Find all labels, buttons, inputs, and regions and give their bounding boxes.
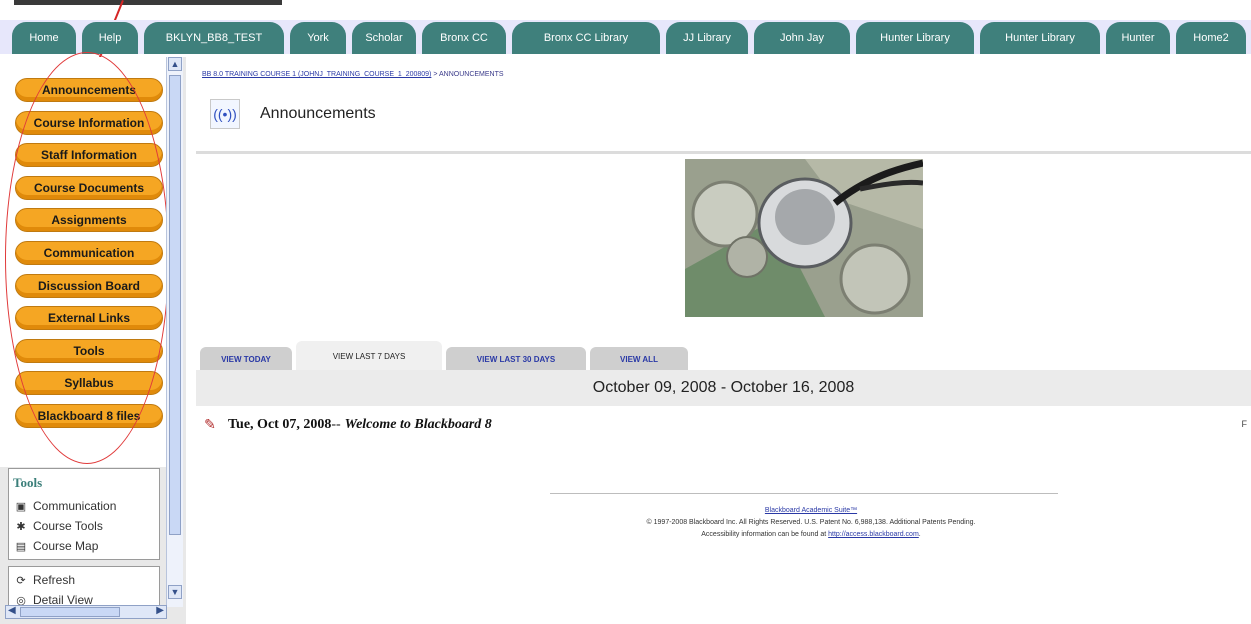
scroll-right-icon[interactable]: ▶ [156,605,164,616]
stethoscope-money-image [685,159,923,317]
right-edge-mark: F [1241,419,1248,429]
refresh-link[interactable]: ⟳ Refresh [15,573,75,587]
tab-help[interactable]: Help [82,22,138,54]
communication-icon: ▣ [15,500,27,513]
course-menu-blackboard-8-files[interactable]: Blackboard 8 files [15,404,163,428]
header-divider [196,151,1251,154]
copyright-text: © 1997-2008 Blackboard Inc. All Rights R… [646,519,976,526]
view-options-panel: ⟳ Refresh ◎ Detail View [8,566,160,606]
announcement-subject: Welcome to Blackboard 8 [344,417,492,432]
tab-jj-library[interactable]: JJ Library [666,22,748,54]
scroll-up-icon[interactable]: ▲ [168,57,182,71]
accessibility-text: Accessibility information can be found a… [701,531,829,538]
tab-hunter[interactable]: Hunter [1106,22,1170,54]
tab-home2[interactable]: Home2 [1176,22,1246,54]
accessibility-link[interactable]: http://access.blackboard.com [828,531,919,538]
course-menu-assignments[interactable]: Assignments [15,208,163,233]
top-strip [0,0,1251,20]
breadcrumb-separator: > [431,71,439,78]
date-range: October 09, 2008 - October 16, 2008 [196,370,1251,406]
course-menu-staff-information[interactable]: Staff Information [15,143,163,168]
announcement-separator: -- [331,417,341,432]
course-menu-communication[interactable]: Communication [15,241,163,265]
tab-view-all[interactable]: VIEW ALL [590,347,688,371]
main-content: BB 8.0 TRAINING COURSE 1 (JOHNJ_TRAINING… [196,57,1251,624]
tab-bronx-cc-library[interactable]: Bronx CC Library [512,22,660,54]
tool-item-label: Course Map [33,539,99,553]
refresh-icon: ⟳ [16,574,26,587]
header-line [14,0,282,5]
tab-view-last-30-days[interactable]: VIEW LAST 30 DAYS [446,347,586,371]
tab-scholar[interactable]: Scholar [352,22,416,54]
tab-hunter-library[interactable]: Hunter Library [856,22,974,54]
tab-view-today[interactable]: VIEW TODAY [200,347,292,371]
course-menu-discussion-board[interactable]: Discussion Board [15,273,163,298]
refresh-label: Refresh [33,573,76,587]
tool-item-label: Communication [33,499,117,513]
tab-bklyn-bb8-test[interactable]: BKLYN_BB8_TEST [144,22,284,54]
breadcrumb-current: ANNOUNCEMENTS [438,71,504,78]
tools-panel: Tools ▣ Communication ✱ Course Tools ▤ C… [8,468,160,560]
tool-item-course-tools[interactable]: ✱ Course Tools [15,519,103,533]
course-menu-external-links[interactable]: External Links [15,306,163,331]
left-panel-scrollbar[interactable]: ▲ ▼ [166,57,183,607]
tool-item-communication[interactable]: ▣ Communication [15,499,117,513]
announcement-date: Tue, Oct 07, 2008 [228,417,332,432]
scroll-down-icon[interactable]: ▼ [168,585,182,599]
tool-item-course-map[interactable]: ▤ Course Map [15,539,99,553]
tab-bronx-cc[interactable]: Bronx CC [422,22,506,54]
announcements-icon: ((•)) [210,99,240,129]
tools-panel-title: Tools [13,475,43,490]
tab-hunter-library[interactable]: Hunter Library [980,22,1100,54]
suite-link[interactable]: Blackboard Academic Suite™ [765,507,857,514]
view-tabs: VIEW TODAY VIEW LAST 7 DAYS VIEW LAST 30… [196,341,1251,371]
course-map-icon: ▤ [15,540,27,553]
announcement-item: ✎ Tue, Oct 07, 2008 -- Welcome to Blackb… [202,417,492,433]
course-menu-announcements[interactable]: Announcements [15,78,163,102]
tab-york[interactable]: York [290,22,346,54]
scroll-thumb[interactable] [169,75,181,535]
tab-john-jay[interactable]: John Jay [754,22,850,54]
footer-divider [550,493,1058,494]
course-tools-icon: ✱ [16,520,26,533]
course-menu-course-documents[interactable]: Course Documents [15,175,163,200]
page-title: Announcements [260,105,376,122]
course-menu-course-information[interactable]: Course Information [15,110,163,135]
breadcrumb: BB 8.0 TRAINING COURSE 1 (JOHNJ_TRAINING… [202,71,504,78]
accessibility-suffix: . [918,531,921,538]
footer: Blackboard Academic Suite™ © 1997-2008 B… [486,505,1136,541]
tool-item-label: Course Tools [33,519,103,533]
horizontal-scrollbar[interactable]: ◀ ▶ [5,605,167,619]
breadcrumb-course-link[interactable]: BB 8.0 TRAINING COURSE 1 (JOHNJ_TRAINING… [202,71,431,78]
page-header: ((•)) Announcements [210,99,376,129]
course-menu-tools[interactable]: Tools [15,338,163,363]
scroll-left-icon[interactable]: ◀ [8,605,16,616]
announcement-pin-icon: ✎ [204,417,216,433]
course-menu-syllabus[interactable]: Syllabus [15,371,163,396]
horizontal-scroll-thumb[interactable] [20,607,120,617]
tab-home[interactable]: Home [12,22,76,54]
tab-view-last-7-days[interactable]: VIEW LAST 7 DAYS [296,341,442,371]
